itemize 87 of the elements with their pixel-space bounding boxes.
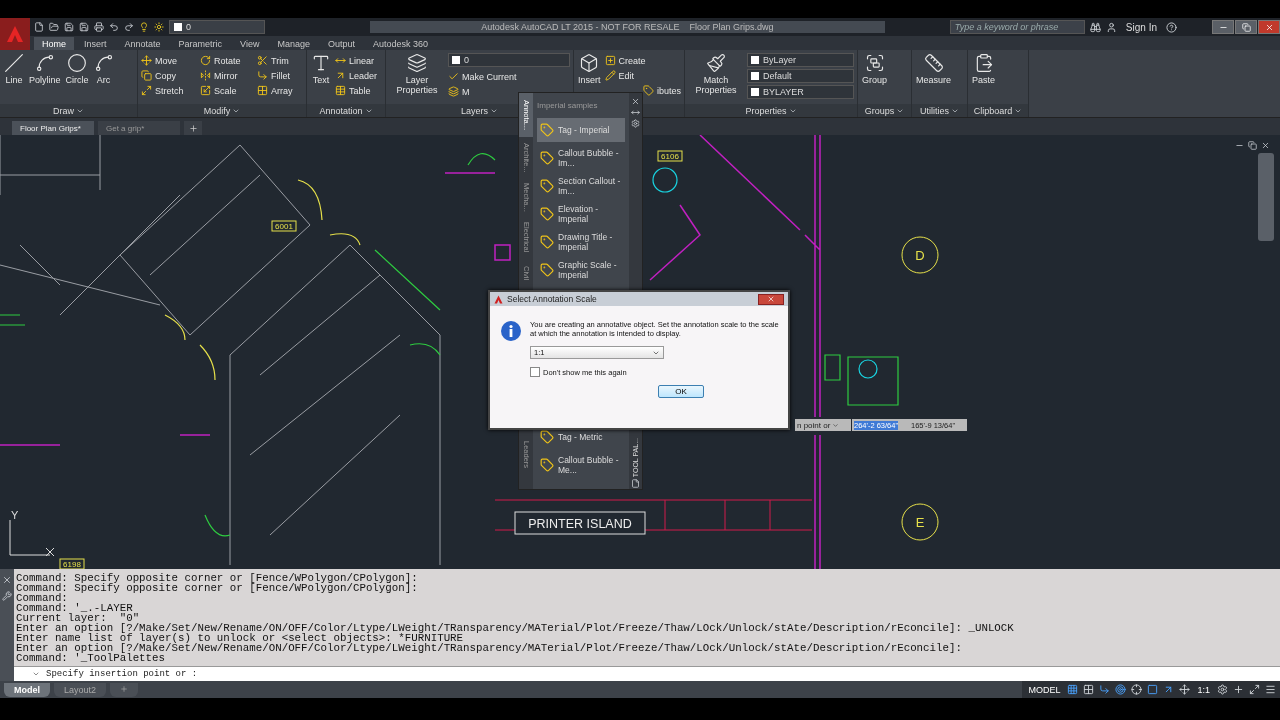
grid-bubble: D (901, 236, 939, 274)
ucs-drawing: Y (9, 509, 55, 557)
tool-button[interactable]: Group (861, 53, 888, 85)
panel-title: Layers (461, 105, 488, 116)
command-history-line: Command: '_ToolPalettes (16, 653, 166, 663)
tool-button[interactable]: Create (604, 53, 646, 68)
tool-button[interactable]: Layer Properties (389, 53, 445, 95)
ribbon-tab[interactable]: Autodesk 360 (365, 37, 437, 50)
file-tab[interactable]: Floor Plan Grips* (12, 121, 94, 135)
tool-button[interactable]: M (448, 84, 470, 99)
layout-tab[interactable]: Layout2 (54, 682, 107, 697)
panel-title: Properties (745, 105, 787, 116)
search-field[interactable]: Type a keyword or phrase (949, 20, 1085, 34)
command-history-line: Command: (16, 593, 69, 603)
ribbon-tab[interactable]: Parametric (170, 37, 231, 50)
palette-tool[interactable]: Tag - Imperial (537, 118, 625, 142)
dialog-title: Select Annotation Scale (507, 294, 597, 304)
layer-dropdown[interactable]: 0 (169, 20, 265, 34)
window-title: Autodesk AutoCAD LT 2015 - NOT FOR RESALE Floor Plan Grips.dwg (370, 21, 885, 33)
panel-title: Draw (53, 105, 74, 116)
grid-bubble: E (901, 503, 939, 541)
tool-button[interactable]: Leader (335, 68, 378, 83)
tool-button[interactable]: Array (257, 83, 293, 98)
dynamic-input-prompt: n point or (797, 420, 831, 430)
tool-button[interactable]: Trim (257, 53, 289, 68)
tool-button[interactable]: Stretch (141, 83, 184, 98)
palette-tool[interactable]: Callout Bubble - Me... (537, 453, 625, 477)
tool-button[interactable]: Mirror (200, 68, 238, 83)
panel-title: Clipboard (973, 105, 1013, 116)
ribbon-tab[interactable]: Insert (76, 37, 115, 50)
tool-button[interactable]: Line (3, 53, 25, 85)
tool-button[interactable]: Text (310, 53, 332, 85)
tool-button[interactable]: Table (335, 83, 371, 98)
property-dropdown[interactable]: ByLayer (747, 53, 854, 67)
command-history-line: Enter name list of layer(s) to unlock or <select objects>: *FURNITURE (16, 633, 464, 643)
tool-button[interactable]: Polyline (28, 53, 62, 85)
model-space-button[interactable]: MODEL (1026, 684, 1063, 695)
ribbon-tab[interactable]: View (232, 37, 268, 50)
panel-title: Annotation (319, 105, 363, 116)
palette-tool[interactable]: Drawing Title - Imperial (537, 230, 625, 254)
tool-button[interactable]: Make Current (448, 69, 517, 84)
command-history-line: Current layer: "0" (16, 613, 140, 623)
tool-button[interactable]: Measure (915, 53, 952, 85)
file-tab[interactable]: Get a grip* (98, 121, 180, 135)
annotation-scale-button[interactable]: 1:1 (1195, 684, 1212, 695)
command-history-line: Command: Specify opposite corner or [Fence/WPolygon/CPolygon]: (16, 583, 419, 593)
sign-in-button[interactable]: Sign In (1121, 21, 1161, 33)
tool-button[interactable]: Circle (64, 53, 90, 85)
panel-title: Groups (864, 105, 895, 116)
command-history-line: Enter an option [?/Make/Set/New/Rename/ON/OFF/Color/Ltype/LWeight/TRansparency/MATerial/Plot/Freeze/Thaw/LOck/Unlock/stAte/Description/rEconcile]: (16, 643, 963, 653)
tool-button[interactable]: Scale (200, 83, 237, 98)
palette-tool[interactable]: Callout Bubble - Im... (537, 146, 625, 170)
command-history-line: Enter an option [?/Make/Set/New/Rename/ON/OFF/Color/Ltype/LWeight/TRansparency/MATerial/Plot/Freeze/Thaw/LOck/Unlock/stAte/Description/rEconcile]: _UNLOCK (16, 623, 1015, 633)
panel-title: Modify (203, 105, 231, 116)
room-tag: 6106 (657, 150, 683, 162)
tool-button[interactable]: Rotate (200, 53, 241, 68)
palette-tool[interactable]: Section Callout - Im... (537, 174, 625, 198)
room-tag: 6198 (59, 558, 85, 569)
tool-button[interactable]: Insert (577, 53, 602, 85)
property-dropdown[interactable]: 0 (448, 53, 570, 67)
palette-tool[interactable]: Graphic Scale - Imperial (537, 258, 625, 282)
area-label: PRINTER ISLAND (514, 511, 646, 535)
command-input[interactable]: Specify insertion point or : (14, 666, 1280, 681)
tool-button[interactable]: Linear (335, 53, 375, 68)
ribbon-tab[interactable]: Annotate (116, 37, 169, 50)
tool-button[interactable]: Copy (141, 68, 176, 83)
ok-button[interactable]: OK (658, 385, 704, 398)
tool-button[interactable]: Arc (92, 53, 115, 85)
tool-button[interactable]: Paste (971, 53, 996, 85)
tool-button[interactable]: Edit (604, 68, 635, 83)
ribbon-tab[interactable]: Output (319, 37, 363, 50)
panel-title: Utilities (920, 105, 949, 116)
ribbon-tab[interactable]: Manage (269, 37, 318, 50)
palette-header: Imperial samples (537, 101, 599, 110)
command-prompt: Specify insertion point or : (46, 669, 198, 679)
property-dropdown[interactable]: BYLAYER (747, 85, 854, 99)
command-history-line: Command: '_.-LAYER (16, 603, 133, 613)
tool-button[interactable]: Fillet (257, 68, 290, 83)
ribbon-tab[interactable]: Home (34, 37, 74, 50)
palette-tool[interactable]: Elevation - Imperial (537, 202, 625, 226)
command-history-line: Command: Specify opposite corner or [Fence/WPolygon/CPolygon]: (16, 573, 419, 583)
property-dropdown[interactable]: Default (747, 69, 854, 83)
layout-tab[interactable]: Model (4, 682, 50, 697)
tool-button[interactable]: Move (141, 53, 177, 68)
room-tag: 6001 (271, 220, 297, 232)
tool-button[interactable]: Match Properties (688, 53, 744, 95)
tool-button[interactable]: ibutes (642, 83, 681, 98)
